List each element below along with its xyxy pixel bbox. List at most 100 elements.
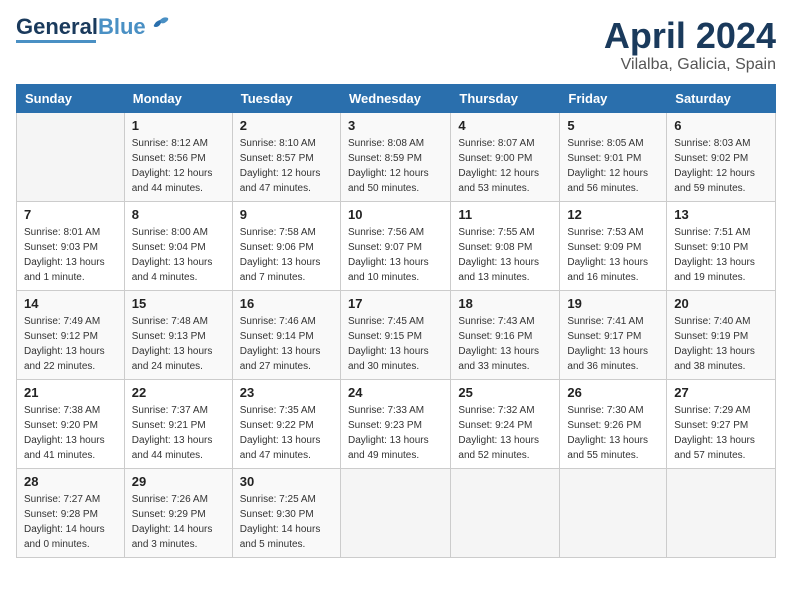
- day-cell: 11 Sunrise: 7:55 AM Sunset: 9:08 PM Dayli…: [451, 201, 560, 290]
- day-cell: 22 Sunrise: 7:37 AM Sunset: 9:21 PM Dayli…: [124, 379, 232, 468]
- day-cell: 3 Sunrise: 8:08 AM Sunset: 8:59 PM Daylig…: [340, 112, 450, 201]
- day-cell: [451, 468, 560, 557]
- column-header-saturday: Saturday: [667, 84, 776, 112]
- day-info: Sunrise: 7:48 AM Sunset: 9:13 PM Dayligh…: [132, 314, 225, 374]
- page-header: GeneralBlue April 2024 Vilalba, Galicia,…: [16, 16, 776, 74]
- day-info: Sunrise: 7:53 AM Sunset: 9:09 PM Dayligh…: [567, 225, 659, 285]
- day-cell: 6 Sunrise: 8:03 AM Sunset: 9:02 PM Daylig…: [667, 112, 776, 201]
- day-info: Sunrise: 7:58 AM Sunset: 9:06 PM Dayligh…: [240, 225, 333, 285]
- day-number: 14: [24, 296, 117, 311]
- logo-bird-icon: [150, 14, 172, 36]
- day-number: 28: [24, 474, 117, 489]
- day-cell: 17 Sunrise: 7:45 AM Sunset: 9:15 PM Dayli…: [340, 290, 450, 379]
- day-cell: 30 Sunrise: 7:25 AM Sunset: 9:30 PM Dayli…: [232, 468, 340, 557]
- day-cell: 18Sunrise: 7:43 AM Sunset: 9:16 PM Dayli…: [451, 290, 560, 379]
- day-cell: [560, 468, 667, 557]
- day-cell: 8Sunrise: 8:00 AM Sunset: 9:04 PM Daylig…: [124, 201, 232, 290]
- day-number: 6: [674, 118, 768, 133]
- week-row-1: 1Sunrise: 8:12 AM Sunset: 8:56 PM Daylig…: [17, 112, 776, 201]
- day-info: Sunrise: 8:00 AM Sunset: 9:04 PM Dayligh…: [132, 225, 225, 285]
- day-info: Sunrise: 7:49 AM Sunset: 9:12 PM Dayligh…: [24, 314, 117, 374]
- day-info: Sunrise: 7:45 AM Sunset: 9:15 PM Dayligh…: [348, 314, 443, 374]
- day-number: 4: [458, 118, 552, 133]
- day-cell: 28Sunrise: 7:27 AM Sunset: 9:28 PM Dayli…: [17, 468, 125, 557]
- column-header-sunday: Sunday: [17, 84, 125, 112]
- day-cell: 24 Sunrise: 7:33 AM Sunset: 9:23 PM Dayli…: [340, 379, 450, 468]
- day-number: 11: [458, 207, 552, 222]
- day-info: Sunrise: 7:33 AM Sunset: 9:23 PM Dayligh…: [348, 403, 443, 463]
- day-number: 21: [24, 385, 117, 400]
- day-cell: 4 Sunrise: 8:07 AM Sunset: 9:00 PM Daylig…: [451, 112, 560, 201]
- day-cell: 16Sunrise: 7:46 AM Sunset: 9:14 PM Dayli…: [232, 290, 340, 379]
- day-cell: 14 Sunrise: 7:49 AM Sunset: 9:12 PM Dayli…: [17, 290, 125, 379]
- day-number: 17: [348, 296, 443, 311]
- day-number: 22: [132, 385, 225, 400]
- day-info: Sunrise: 7:25 AM Sunset: 9:30 PM Dayligh…: [240, 492, 333, 552]
- day-cell: 26 Sunrise: 7:30 AM Sunset: 9:26 PM Dayli…: [560, 379, 667, 468]
- day-number: 18: [458, 296, 552, 311]
- day-cell: [340, 468, 450, 557]
- day-info: Sunrise: 8:10 AM Sunset: 8:57 PM Dayligh…: [240, 136, 333, 196]
- day-number: 25: [458, 385, 552, 400]
- day-info: Sunrise: 7:40 AM Sunset: 9:19 PM Dayligh…: [674, 314, 768, 374]
- title-block: April 2024 Vilalba, Galicia, Spain: [604, 16, 776, 74]
- day-info: Sunrise: 7:35 AM Sunset: 9:22 PM Dayligh…: [240, 403, 333, 463]
- day-info: Sunrise: 8:03 AM Sunset: 9:02 PM Dayligh…: [674, 136, 768, 196]
- week-row-4: 21 Sunrise: 7:38 AM Sunset: 9:20 PM Dayli…: [17, 379, 776, 468]
- logo: GeneralBlue: [16, 16, 172, 43]
- day-number: 19: [567, 296, 659, 311]
- column-header-monday: Monday: [124, 84, 232, 112]
- day-number: 1: [132, 118, 225, 133]
- day-info: Sunrise: 7:38 AM Sunset: 9:20 PM Dayligh…: [24, 403, 117, 463]
- day-number: 13: [674, 207, 768, 222]
- column-headers: SundayMondayTuesdayWednesdayThursdayFrid…: [17, 84, 776, 112]
- day-cell: 21 Sunrise: 7:38 AM Sunset: 9:20 PM Dayli…: [17, 379, 125, 468]
- day-number: 15: [132, 296, 225, 311]
- day-cell: 13 Sunrise: 7:51 AM Sunset: 9:10 PM Dayli…: [667, 201, 776, 290]
- day-cell: 23Sunrise: 7:35 AM Sunset: 9:22 PM Dayli…: [232, 379, 340, 468]
- day-number: 26: [567, 385, 659, 400]
- day-number: 12: [567, 207, 659, 222]
- day-number: 16: [240, 296, 333, 311]
- day-cell: 7Sunrise: 8:01 AM Sunset: 9:03 PM Daylig…: [17, 201, 125, 290]
- day-number: 3: [348, 118, 443, 133]
- column-header-wednesday: Wednesday: [340, 84, 450, 112]
- day-number: 5: [567, 118, 659, 133]
- column-header-friday: Friday: [560, 84, 667, 112]
- day-info: Sunrise: 8:07 AM Sunset: 9:00 PM Dayligh…: [458, 136, 552, 196]
- day-number: 24: [348, 385, 443, 400]
- column-header-thursday: Thursday: [451, 84, 560, 112]
- day-info: Sunrise: 7:29 AM Sunset: 9:27 PM Dayligh…: [674, 403, 768, 463]
- day-cell: 2 Sunrise: 8:10 AM Sunset: 8:57 PM Daylig…: [232, 112, 340, 201]
- logo-underline: [16, 40, 96, 43]
- day-number: 30: [240, 474, 333, 489]
- day-info: Sunrise: 7:26 AM Sunset: 9:29 PM Dayligh…: [132, 492, 225, 552]
- day-number: 10: [348, 207, 443, 222]
- day-info: Sunrise: 8:01 AM Sunset: 9:03 PM Dayligh…: [24, 225, 117, 285]
- day-number: 2: [240, 118, 333, 133]
- day-info: Sunrise: 7:30 AM Sunset: 9:26 PM Dayligh…: [567, 403, 659, 463]
- day-cell: 15 Sunrise: 7:48 AM Sunset: 9:13 PM Dayli…: [124, 290, 232, 379]
- month-year-title: April 2024: [604, 16, 776, 56]
- day-cell: 12 Sunrise: 7:53 AM Sunset: 9:09 PM Dayli…: [560, 201, 667, 290]
- day-info: Sunrise: 7:51 AM Sunset: 9:10 PM Dayligh…: [674, 225, 768, 285]
- day-number: 29: [132, 474, 225, 489]
- day-info: Sunrise: 7:32 AM Sunset: 9:24 PM Dayligh…: [458, 403, 552, 463]
- day-cell: 19 Sunrise: 7:41 AM Sunset: 9:17 PM Dayli…: [560, 290, 667, 379]
- day-cell: 10 Sunrise: 7:56 AM Sunset: 9:07 PM Dayli…: [340, 201, 450, 290]
- day-info: Sunrise: 8:08 AM Sunset: 8:59 PM Dayligh…: [348, 136, 443, 196]
- day-cell: 1Sunrise: 8:12 AM Sunset: 8:56 PM Daylig…: [124, 112, 232, 201]
- day-info: Sunrise: 7:41 AM Sunset: 9:17 PM Dayligh…: [567, 314, 659, 374]
- day-cell: [17, 112, 125, 201]
- day-info: Sunrise: 8:05 AM Sunset: 9:01 PM Dayligh…: [567, 136, 659, 196]
- day-number: 20: [674, 296, 768, 311]
- day-number: 9: [240, 207, 333, 222]
- day-info: Sunrise: 7:37 AM Sunset: 9:21 PM Dayligh…: [132, 403, 225, 463]
- week-row-2: 7Sunrise: 8:01 AM Sunset: 9:03 PM Daylig…: [17, 201, 776, 290]
- column-header-tuesday: Tuesday: [232, 84, 340, 112]
- week-row-5: 28Sunrise: 7:27 AM Sunset: 9:28 PM Dayli…: [17, 468, 776, 557]
- day-info: Sunrise: 7:55 AM Sunset: 9:08 PM Dayligh…: [458, 225, 552, 285]
- day-cell: 20 Sunrise: 7:40 AM Sunset: 9:19 PM Dayli…: [667, 290, 776, 379]
- day-info: Sunrise: 7:56 AM Sunset: 9:07 PM Dayligh…: [348, 225, 443, 285]
- day-number: 27: [674, 385, 768, 400]
